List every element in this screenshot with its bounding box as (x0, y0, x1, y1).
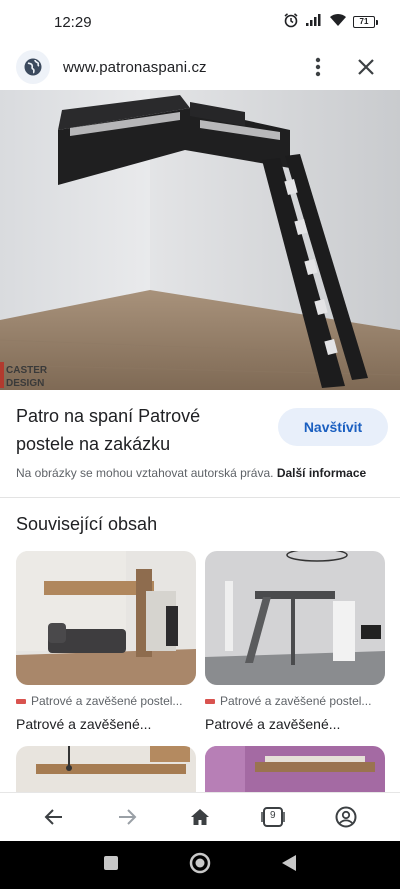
related-card[interactable] (16, 746, 196, 794)
recents-icon[interactable] (103, 855, 119, 876)
related-card[interactable]: Patrové a zavěšené postel... Patrové a z… (205, 551, 385, 732)
related-card-title: Patrové a zavěšené... (16, 716, 152, 732)
watermark-line1: CASTER (6, 365, 48, 376)
site-header: www.patronaspani.cz (0, 44, 400, 90)
globe-icon (16, 50, 50, 84)
account-icon[interactable] (326, 797, 366, 837)
related-card-title: Patrové a zavěšené... (205, 716, 341, 732)
system-nav-bar (0, 841, 400, 889)
page-title[interactable]: Patro na spaní Patrové postele na zakázk… (16, 402, 256, 458)
related-card-image[interactable] (16, 746, 196, 794)
status-time: 12:29 (54, 13, 92, 31)
alarm-icon (283, 12, 299, 32)
back-triangle-icon[interactable] (281, 854, 297, 877)
result-info: Patro na spaní Patrové postele na zakázk… (16, 402, 388, 480)
forward-arrow-icon[interactable] (107, 797, 147, 837)
tab-count: 9 (270, 810, 276, 821)
related-card-source: Patrové a zavěšené postel... (205, 694, 385, 708)
watermark-line2: DESIGN (6, 378, 44, 389)
wifi-icon (329, 13, 347, 31)
related-card-source: Patrové a zavěšené postel... (16, 694, 196, 708)
signal-icon (305, 13, 323, 31)
favicon-icon (205, 698, 215, 704)
home-circle-icon[interactable] (189, 852, 211, 879)
status-icons: 71 (283, 12, 378, 32)
related-card[interactable] (205, 746, 385, 794)
more-info-link[interactable]: Další informace (277, 466, 366, 480)
site-url[interactable]: www.patronaspani.cz (63, 59, 300, 76)
copyright-notice: Na obrázky se mohou vztahovat autorská p… (16, 466, 386, 480)
tabs-icon[interactable]: 9 (253, 797, 293, 837)
more-vert-icon[interactable] (300, 49, 336, 85)
related-card-image[interactable] (205, 551, 385, 685)
status-bar: 12:29 71 (0, 0, 400, 44)
divider (0, 497, 400, 498)
hero-image[interactable]: CASTER DESIGN (0, 90, 400, 390)
battery-icon: 71 (353, 16, 378, 28)
related-card-image[interactable] (16, 551, 196, 685)
home-icon[interactable] (180, 797, 220, 837)
related-heading: Související obsah (16, 514, 158, 534)
related-card[interactable]: Patrové a zavěšené postel... Patrové a z… (16, 551, 196, 732)
related-card-image[interactable] (205, 746, 385, 794)
copyright-text: Na obrázky se mohou vztahovat autorská p… (16, 466, 274, 480)
favicon-icon (16, 698, 26, 704)
browser-bottom-nav: 9 (0, 792, 400, 841)
visit-button[interactable]: Navštívit (278, 408, 388, 446)
close-icon[interactable] (348, 49, 384, 85)
battery-level: 71 (353, 16, 375, 28)
back-arrow-icon[interactable] (34, 797, 74, 837)
